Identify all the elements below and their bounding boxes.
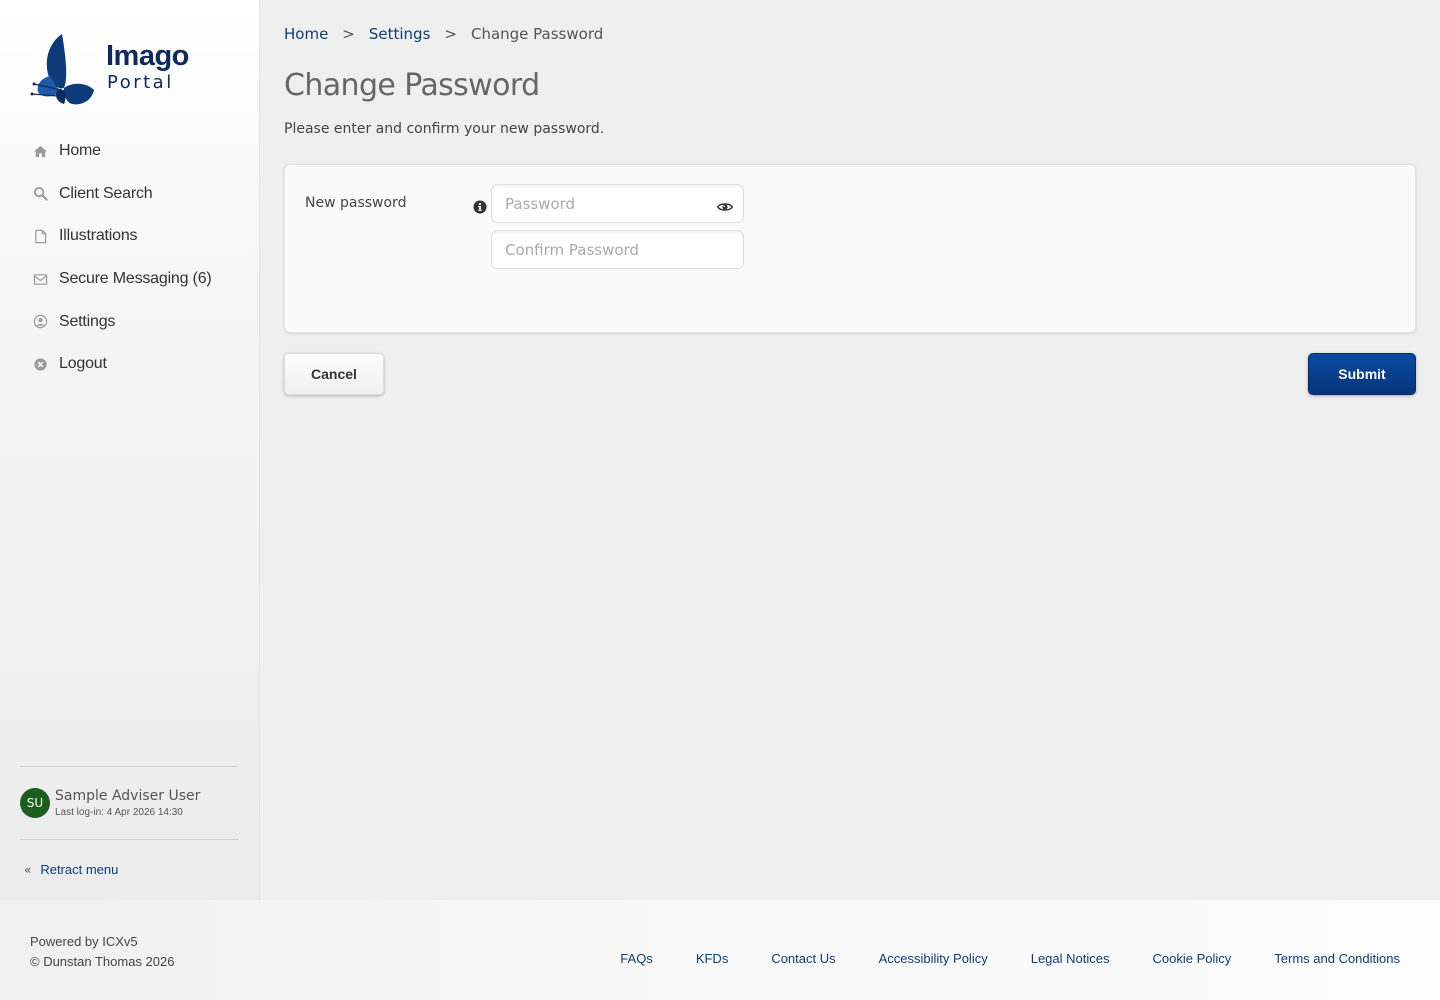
page-title: Change Password [284,68,540,103]
new-password-label: New password [305,195,407,211]
sidebar-item-illustrations[interactable]: Illustrations [0,215,260,258]
footer-link-kfds[interactable]: KFDs [696,951,729,966]
sidebar-item-label: Logout [59,355,107,373]
footer-link-faqs[interactable]: FAQs [620,951,653,966]
logo-text-imago: Imago [106,40,189,72]
password-form-card: New password [284,164,1416,333]
footer-link-terms-and-conditions[interactable]: Terms and Conditions [1274,951,1400,966]
copyright-text: © Dunstan Thomas 2026 [30,954,175,969]
avatar: SU [20,788,50,818]
retract-menu-button[interactable]: « Retract menu [24,862,118,877]
page-subtitle: Please enter and confirm your new passwo… [284,121,605,137]
footer-links: FAQs KFDs Contact Us Accessibility Polic… [577,951,1400,966]
user-circle-icon [32,314,48,330]
sidebar-item-logout[interactable]: Logout [0,343,260,386]
butterfly-logo-icon [30,34,94,105]
sidebar-item-label: Secure Messaging (6) [59,270,212,288]
breadcrumb-settings-link[interactable]: Settings [369,25,431,43]
submit-button[interactable]: Submit [1308,353,1416,395]
last-login-text: Last log-in: 4 Apr 2026 14:30 [55,806,183,818]
confirm-password-input[interactable] [491,230,744,269]
eye-icon[interactable] [717,198,733,211]
footer-link-accessibility-policy[interactable]: Accessibility Policy [879,951,988,966]
sidebar-item-home[interactable]: Home [0,130,260,173]
sidebar-item-secure-messaging[interactable]: Secure Messaging (6) [0,258,260,301]
password-input[interactable] [491,184,744,223]
sidebar-item-settings[interactable]: Settings [0,300,260,343]
sidebar-item-label: Home [59,142,101,160]
info-icon[interactable] [473,199,487,214]
retract-menu-label: Retract menu [40,862,119,877]
search-icon [32,186,48,202]
cancel-button[interactable]: Cancel [284,353,384,395]
close-circle-icon [32,356,48,372]
footer-link-contact-us[interactable]: Contact Us [771,951,835,966]
footer-credits: Powered by ICXv5 © Dunstan Thomas 2026 [30,932,174,972]
document-icon [32,228,48,244]
footer-link-legal-notices[interactable]: Legal Notices [1031,951,1110,966]
breadcrumb-current: Change Password [470,25,604,43]
sidebar-item-client-search[interactable]: Client Search [0,173,260,216]
logo-text-portal: Portal [107,72,174,93]
footer-link-cookie-policy[interactable]: Cookie Policy [1153,951,1232,966]
sidebar-item-label: Settings [59,312,116,330]
sidebar-divider [20,839,239,840]
breadcrumb-separator: > [342,25,355,43]
user-info: SU Sample Adviser User Last log-in: 4 Ap… [20,788,200,818]
breadcrumb-home-link[interactable]: Home [284,25,328,43]
sidebar: Imago Portal Home Client Search Illustra… [0,0,260,900]
sidebar-item-label: Illustrations [59,227,138,245]
envelope-icon [32,271,48,287]
sidebar-nav: Home Client Search Illustrations Secure … [0,130,260,386]
breadcrumb-separator: > [444,25,457,43]
user-name: Sample Adviser User [55,787,201,804]
sidebar-divider [20,766,239,767]
sidebar-item-label: Client Search [59,184,153,202]
double-chevron-left-icon: « [24,862,32,877]
footer: Powered by ICXv5 © Dunstan Thomas 2026 F… [0,900,1440,1000]
home-icon [32,143,48,159]
powered-by-text: Powered by ICXv5 [30,934,138,949]
breadcrumb: Home > Settings > Change Password [284,25,603,43]
imago-portal-logo[interactable]: Imago Portal [28,28,198,108]
